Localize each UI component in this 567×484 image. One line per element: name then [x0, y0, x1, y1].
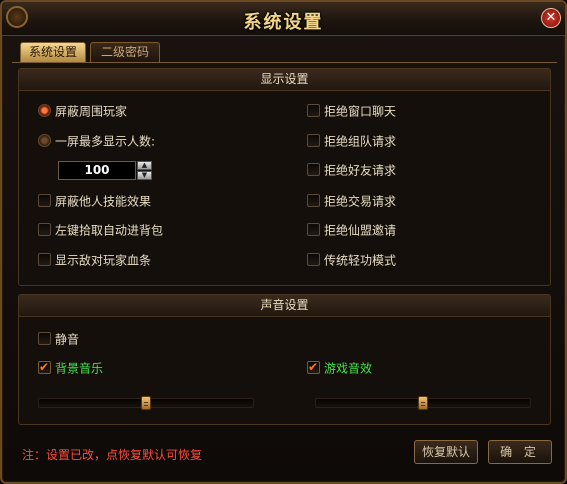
left-click-pickup-option[interactable]: 左键拾取自动进背包	[38, 222, 163, 238]
checkbox[interactable]	[307, 253, 320, 266]
checkbox[interactable]	[307, 104, 320, 117]
shield-players-option[interactable]: 屏蔽周围玩家	[38, 103, 127, 119]
hide-skill-effects-option[interactable]: 屏蔽他人技能效果	[38, 193, 151, 209]
refuse-friend-label: 拒绝好友请求	[324, 163, 397, 178]
radio-button[interactable]	[38, 134, 51, 147]
show-enemy-hp-option[interactable]: 显示敌对玩家血条	[38, 252, 151, 268]
classic-qinggong-option[interactable]: 传统轻功模式	[307, 252, 396, 268]
display-settings-heading: 显示设置	[19, 69, 550, 91]
max-players-label: 一屏最多显示人数:	[55, 134, 156, 149]
mute-option[interactable]: 静音	[38, 331, 79, 347]
sfx-label: 游戏音效	[324, 361, 373, 376]
tab-secondary-password[interactable]: 二级密码	[90, 42, 160, 62]
bgm-option[interactable]: 背景音乐	[38, 359, 104, 376]
window-title: 系统设置	[243, 12, 324, 33]
refuse-friend-option[interactable]: 拒绝好友请求	[307, 162, 396, 178]
left-click-pickup-label: 左键拾取自动进背包	[55, 223, 164, 238]
checkbox[interactable]	[38, 253, 51, 266]
refuse-trade-label: 拒绝交易请求	[324, 194, 397, 209]
tab-system-settings[interactable]: 系统设置	[20, 42, 86, 62]
refuse-team-label: 拒绝组队请求	[324, 134, 397, 149]
tab-divider	[12, 62, 557, 63]
refuse-team-option[interactable]: 拒绝组队请求	[307, 133, 396, 149]
slider-thumb-icon[interactable]	[418, 396, 428, 410]
hide-skill-effects-label: 屏蔽他人技能效果	[55, 194, 152, 209]
checkbox[interactable]	[307, 194, 320, 207]
sound-settings-heading: 声音设置	[19, 295, 550, 317]
max-players-stepper[interactable]: 100 ▲ ▼	[58, 161, 152, 180]
sfx-volume-slider[interactable]	[315, 396, 531, 410]
max-players-option[interactable]: 一屏最多显示人数:	[38, 133, 155, 149]
checkbox[interactable]	[307, 223, 320, 236]
show-enemy-hp-label: 显示敌对玩家血条	[55, 253, 152, 268]
radio-button[interactable]	[38, 104, 51, 117]
sfx-option[interactable]: 游戏音效	[307, 359, 373, 376]
refuse-alliance-option[interactable]: 拒绝仙盟邀请	[307, 222, 396, 238]
title-bar[interactable]: 系统设置	[2, 2, 565, 36]
checkbox[interactable]	[307, 359, 320, 375]
refuse-private-chat-label: 拒绝窗口聊天	[324, 104, 397, 119]
slider-thumb-icon[interactable]	[141, 396, 151, 410]
confirm-button[interactable]: 确 定	[488, 440, 552, 464]
settings-window: 系统设置 ✕ 系统设置 二级密码 显示设置 屏蔽周围玩家 一屏最多显示人数: 1…	[0, 0, 567, 484]
close-button[interactable]: ✕	[541, 8, 561, 28]
shield-players-label: 屏蔽周围玩家	[55, 104, 128, 119]
decrement-icon[interactable]: ▼	[137, 171, 152, 180]
checkbox[interactable]	[307, 163, 320, 176]
checkbox[interactable]	[38, 223, 51, 236]
checkbox[interactable]	[307, 134, 320, 147]
mute-label: 静音	[55, 332, 80, 347]
bgm-label: 背景音乐	[55, 361, 104, 376]
settings-changed-note: 注：设置已改，点恢复默认可恢复	[22, 448, 203, 462]
refuse-alliance-label: 拒绝仙盟邀请	[324, 223, 397, 238]
checkbox[interactable]	[38, 359, 51, 375]
classic-qinggong-label: 传统轻功模式	[324, 253, 397, 268]
checkbox[interactable]	[38, 194, 51, 207]
max-players-value[interactable]: 100	[58, 161, 136, 180]
increment-icon[interactable]: ▲	[137, 161, 152, 170]
refuse-trade-option[interactable]: 拒绝交易请求	[307, 193, 396, 209]
checkbox[interactable]	[38, 332, 51, 345]
restore-defaults-button[interactable]: 恢复默认	[414, 440, 478, 464]
bgm-volume-slider[interactable]	[38, 396, 254, 410]
refuse-private-chat-option[interactable]: 拒绝窗口聊天	[307, 103, 396, 119]
